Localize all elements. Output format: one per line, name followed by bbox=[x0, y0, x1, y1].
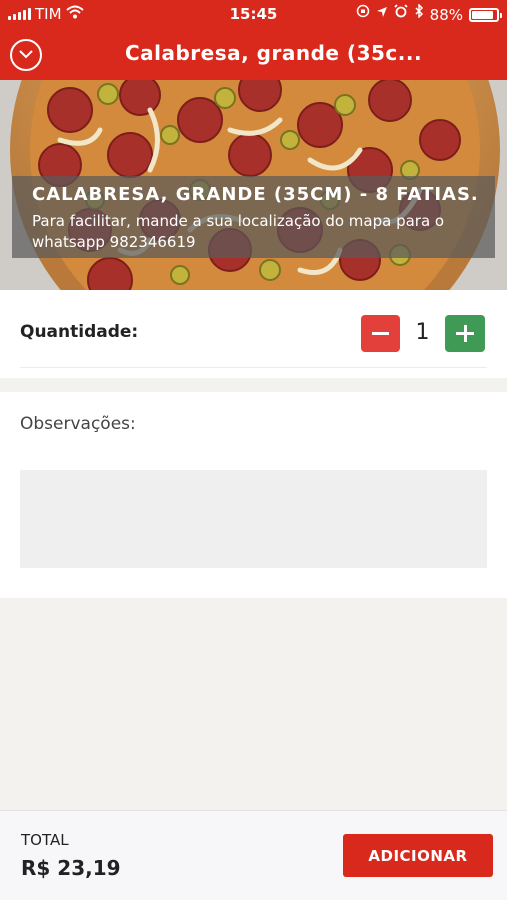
observations-label: Observações: bbox=[20, 414, 136, 434]
quantity-value: 1 bbox=[415, 320, 430, 345]
product-image: CALABRESA, GRANDE (35CM) - 8 FATIAS. Par… bbox=[0, 80, 507, 290]
product-description: Para facilitar, mande a sua localização … bbox=[32, 212, 445, 251]
page-title: Calabresa, grande (35c... bbox=[124, 41, 423, 65]
footer-bar: TOTAL R$ 23,19 ADICIONAR bbox=[0, 810, 507, 900]
status-right: 88% bbox=[356, 3, 502, 25]
status-bar: TIM 15:45 88% bbox=[0, 0, 507, 30]
screen-rotation-lock-icon bbox=[356, 4, 370, 25]
location-icon bbox=[376, 5, 388, 25]
product-name: CALABRESA, GRANDE (35CM) - 8 FATIAS. bbox=[32, 184, 479, 205]
divider bbox=[20, 367, 487, 368]
plus-icon[interactable] bbox=[445, 315, 485, 352]
battery-percent: 88% bbox=[429, 5, 463, 24]
total-label: TOTAL bbox=[21, 831, 69, 849]
observations-card: Observações: bbox=[0, 392, 507, 598]
chevron-down-circle-icon[interactable] bbox=[10, 39, 42, 71]
add-button[interactable]: ADICIONAR bbox=[343, 834, 493, 877]
quantity-label: Quantidade: bbox=[20, 322, 139, 342]
minus-icon[interactable] bbox=[361, 315, 400, 352]
battery-icon bbox=[469, 7, 502, 22]
alarm-icon bbox=[394, 4, 408, 25]
product-caption: CALABRESA, GRANDE (35CM) - 8 FATIAS. Par… bbox=[12, 176, 495, 258]
total-value: R$ 23,19 bbox=[21, 856, 121, 880]
bluetooth-icon bbox=[414, 3, 424, 25]
quantity-card: Quantidade: 1 bbox=[0, 290, 507, 378]
nav-bar: Calabresa, grande (35c... bbox=[0, 30, 507, 80]
observations-field[interactable] bbox=[20, 470, 487, 568]
